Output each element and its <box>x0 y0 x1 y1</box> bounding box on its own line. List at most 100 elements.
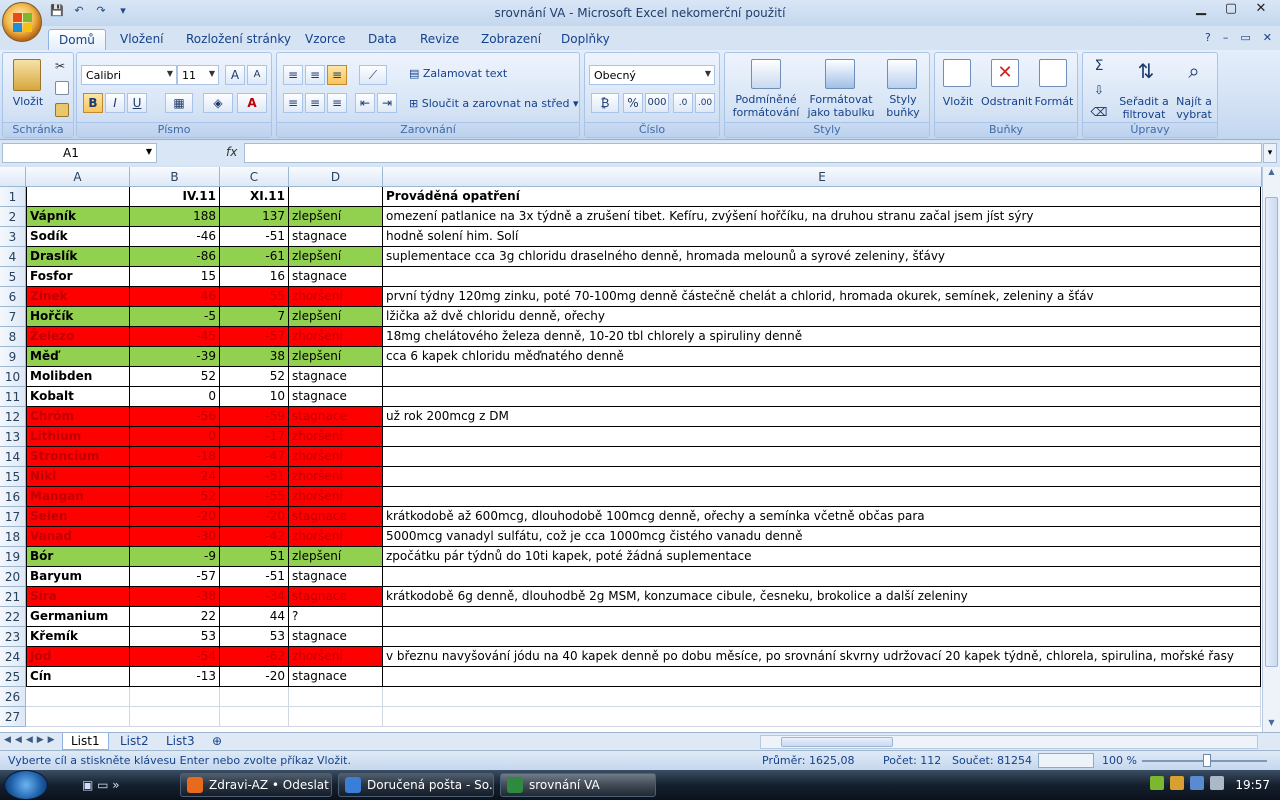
tab-addins[interactable]: Doplňky <box>551 29 620 50</box>
cell-c15[interactable]: -51 <box>220 467 289 487</box>
row-header[interactable]: 4 <box>0 247 26 267</box>
row-header[interactable]: 22 <box>0 607 26 627</box>
cell-b16[interactable]: 52 <box>130 487 220 507</box>
row-header[interactable]: 5 <box>0 267 26 287</box>
cell-a10[interactable]: Molibden <box>26 367 130 387</box>
insert-sheet-icon[interactable]: ⊕ <box>204 733 230 750</box>
tray-icon-1[interactable] <box>1150 776 1164 790</box>
cell-b13[interactable]: 0 <box>130 427 220 447</box>
cell-e8[interactable]: 18mg chelátového železa denně, 10-20 tbl… <box>383 327 1261 347</box>
number-format-dropdown[interactable]: Obecný ▼ <box>589 65 715 85</box>
cell-d19[interactable]: zlepšení <box>289 547 383 567</box>
taskbar-button-zdravi[interactable]: Zdravi-AZ • Odeslat ... <box>180 773 332 797</box>
cell-a22[interactable]: Germanium <box>26 607 130 627</box>
cell-c1[interactable]: XI.11 <box>220 187 289 207</box>
taskbar-button-posta[interactable]: Doručená pošta - So... <box>338 773 494 797</box>
zoom-slider-thumb[interactable] <box>1203 754 1211 767</box>
cell-b8[interactable]: -45 <box>130 327 220 347</box>
cell-c6[interactable]: 55 <box>220 287 289 307</box>
cell-a7[interactable]: Hořčík <box>26 307 130 327</box>
cut-icon[interactable]: ✂ <box>55 59 69 73</box>
cell-c27[interactable] <box>220 707 289 727</box>
sheet-tab-list1[interactable]: List1 <box>62 733 109 750</box>
cell-a4[interactable]: Draslík <box>26 247 130 267</box>
name-box[interactable]: A1 ▼ <box>2 143 157 163</box>
cell-styles-button[interactable]: Styly buňky <box>879 93 927 119</box>
cell-b12[interactable]: -56 <box>130 407 220 427</box>
cell-b15[interactable]: 24 <box>130 467 220 487</box>
row-header[interactable]: 20 <box>0 567 26 587</box>
cell-e9[interactable]: cca 6 kapek chloridu měďnatého denně <box>383 347 1261 367</box>
row-header[interactable]: 2 <box>0 207 26 227</box>
cell-b11[interactable]: 0 <box>130 387 220 407</box>
network-icon[interactable] <box>1190 776 1204 790</box>
cell-d14[interactable]: zhoršení <box>289 447 383 467</box>
percent-button[interactable]: % <box>623 93 643 113</box>
row-header[interactable]: 12 <box>0 407 26 427</box>
cell-b1[interactable]: IV.11 <box>130 187 220 207</box>
cell-c26[interactable] <box>220 687 289 707</box>
column-header-d[interactable]: D <box>289 167 383 187</box>
row-header[interactable]: 1 <box>0 187 26 207</box>
font-color-button[interactable]: A <box>237 93 267 113</box>
sheet-tab-list3[interactable]: List3 <box>158 733 203 750</box>
cell-e25[interactable] <box>383 667 1261 687</box>
cell-d25[interactable]: stagnace <box>289 667 383 687</box>
row-header[interactable]: 17 <box>0 507 26 527</box>
tab-data[interactable]: Data <box>358 29 407 50</box>
cell-d10[interactable]: stagnace <box>289 367 383 387</box>
tab-formulas[interactable]: Vzorce <box>295 29 356 50</box>
cell-a2[interactable]: Vápník <box>26 207 130 227</box>
cell-b17[interactable]: -20 <box>130 507 220 527</box>
cell-d27[interactable] <box>289 707 383 727</box>
cell-a25[interactable]: Cín <box>26 667 130 687</box>
decrease-indent-button[interactable]: ⇤ <box>355 93 375 113</box>
help-icon[interactable]: ? <box>1205 31 1211 44</box>
taskbar-button-excel[interactable]: srovnání VA <box>500 773 656 797</box>
cell-d15[interactable]: zhoršení <box>289 467 383 487</box>
maximize-button[interactable]: ▢ <box>1216 0 1246 20</box>
cell-a3[interactable]: Sodík <box>26 227 130 247</box>
tab-home[interactable]: Domů <box>48 29 106 50</box>
cell-d1[interactable] <box>289 187 383 207</box>
column-header-c[interactable]: C <box>220 167 289 187</box>
cell-d6[interactable]: zhoršení <box>289 287 383 307</box>
cell-d20[interactable]: stagnace <box>289 567 383 587</box>
formula-input[interactable] <box>244 143 1262 163</box>
cell-d17[interactable]: stagnace <box>289 507 383 527</box>
format-cells-button[interactable]: Formát <box>1033 95 1075 108</box>
cell-e6[interactable]: první týdny 120mg zinku, poté 70-100mg d… <box>383 287 1261 307</box>
sheet-tab-list2[interactable]: List2 <box>112 733 157 750</box>
borders-button[interactable]: ▦ <box>165 93 193 113</box>
cell-c9[interactable]: 38 <box>220 347 289 367</box>
quick-launch-icons[interactable]: ▣ ▭ » <box>82 778 120 792</box>
decrease-decimal-button[interactable]: .00 <box>695 93 715 113</box>
cell-d7[interactable]: zlepšení <box>289 307 383 327</box>
cell-d26[interactable] <box>289 687 383 707</box>
cell-e4[interactable]: suplementace cca 3g chloridu draselného … <box>383 247 1261 267</box>
cell-d22[interactable]: ? <box>289 607 383 627</box>
restore-doc-icon[interactable]: ▭ <box>1240 31 1250 44</box>
cell-a26[interactable] <box>26 687 130 707</box>
column-header-b[interactable]: B <box>130 167 220 187</box>
font-size-dropdown[interactable]: 11 ▼ <box>177 65 219 85</box>
bold-button[interactable]: B <box>83 93 103 113</box>
align-bottom-button[interactable]: ≡ <box>327 65 347 85</box>
column-header-a[interactable]: A <box>26 167 130 187</box>
orientation-button[interactable]: ⟋ <box>359 65 387 85</box>
cell-b4[interactable]: -86 <box>130 247 220 267</box>
row-header[interactable]: 16 <box>0 487 26 507</box>
insert-cells-button[interactable]: Vložit <box>937 95 979 108</box>
cell-c18[interactable]: -42 <box>220 527 289 547</box>
expand-formula-bar-button[interactable]: ▾ <box>1263 143 1277 163</box>
delete-cells-button[interactable]: Odstranit <box>981 95 1032 108</box>
row-header[interactable]: 3 <box>0 227 26 247</box>
conditional-format-button[interactable]: Podmíněné formátování <box>729 93 803 119</box>
align-top-button[interactable]: ≡ <box>283 65 303 85</box>
format-as-table-button[interactable]: Formátovat jako tabulku <box>805 93 877 119</box>
cell-c23[interactable]: 53 <box>220 627 289 647</box>
italic-button[interactable]: I <box>105 93 125 113</box>
close-doc-icon[interactable]: ✕ <box>1263 31 1272 44</box>
cell-a21[interactable]: Síra <box>26 587 130 607</box>
paste-button[interactable]: Vložit <box>7 95 49 108</box>
